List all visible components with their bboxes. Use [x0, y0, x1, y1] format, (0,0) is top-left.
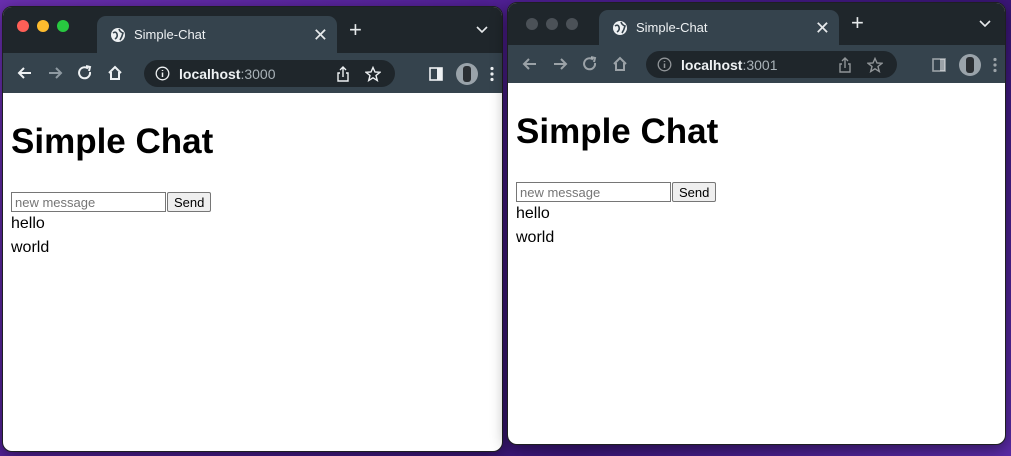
- address-bar[interactable]: localhost:3000: [144, 60, 395, 87]
- tab-strip: Simple-Chat ✕ +: [3, 7, 502, 53]
- send-button[interactable]: Send: [167, 192, 212, 212]
- message-item: hello: [11, 215, 45, 232]
- arrow-left-icon[interactable]: [16, 64, 34, 82]
- window-minimize-button[interactable]: [546, 18, 558, 30]
- window-close-button[interactable]: [17, 20, 29, 32]
- message-form: Send: [516, 182, 997, 202]
- message-item: hello: [516, 205, 550, 222]
- window-maximize-button[interactable]: [566, 18, 578, 30]
- toolbar-right: [931, 54, 997, 76]
- window-close-button[interactable]: [526, 18, 538, 30]
- info-icon[interactable]: [155, 66, 170, 81]
- avatar[interactable]: [456, 63, 478, 85]
- share-icon[interactable]: [335, 65, 351, 82]
- plus-icon[interactable]: +: [349, 19, 362, 41]
- reload-icon[interactable]: [581, 55, 599, 73]
- tab-strip: Simple-Chat ✕ +: [508, 3, 1005, 45]
- traffic-lights: [17, 20, 69, 32]
- tab-simple-chat[interactable]: Simple-Chat ✕: [97, 16, 337, 53]
- url-port: :3000: [240, 65, 276, 82]
- side-panel-icon[interactable]: [931, 57, 947, 73]
- url-text[interactable]: localhost:3000: [179, 66, 335, 82]
- star-icon[interactable]: [365, 65, 381, 82]
- chevron-down-icon[interactable]: [476, 23, 488, 35]
- reload-icon[interactable]: [76, 64, 94, 82]
- arrow-left-icon[interactable]: [521, 55, 539, 73]
- browser-window-1: Simple-Chat ✕ + localhost:3000 Simple Ch…: [2, 6, 503, 452]
- tab-title: Simple-Chat: [134, 27, 206, 42]
- page-title: Simple Chat: [516, 112, 719, 151]
- url-text[interactable]: localhost:3001: [681, 57, 837, 73]
- message-input[interactable]: [516, 182, 671, 202]
- kebab-menu-icon[interactable]: [490, 66, 494, 82]
- close-icon[interactable]: ✕: [815, 19, 830, 37]
- side-panel-icon[interactable]: [428, 66, 444, 82]
- traffic-lights: [526, 18, 578, 30]
- home-icon[interactable]: [611, 55, 629, 73]
- message-item: world: [516, 229, 555, 246]
- page-content: Simple Chat Send hello world: [508, 112, 1005, 250]
- arrow-right-icon[interactable]: [46, 64, 64, 82]
- page-title: Simple Chat: [11, 122, 214, 161]
- share-icon[interactable]: [837, 56, 853, 73]
- star-icon[interactable]: [867, 56, 883, 73]
- window-minimize-button[interactable]: [37, 20, 49, 32]
- url-host: localhost: [179, 65, 241, 82]
- plus-icon[interactable]: +: [851, 12, 864, 34]
- toolbar: localhost:3001: [508, 45, 1005, 83]
- message-form: Send: [11, 192, 494, 212]
- window-maximize-button[interactable]: [57, 20, 69, 32]
- kebab-menu-icon[interactable]: [993, 57, 997, 73]
- tab-title: Simple-Chat: [636, 20, 708, 35]
- address-bar[interactable]: localhost:3001: [646, 51, 897, 78]
- tab-simple-chat[interactable]: Simple-Chat ✕: [599, 10, 839, 45]
- avatar[interactable]: [959, 54, 981, 76]
- toolbar-right: [428, 63, 494, 85]
- info-icon[interactable]: [657, 57, 672, 72]
- send-button[interactable]: Send: [672, 182, 717, 202]
- globe-icon: [111, 27, 125, 42]
- message-item: world: [11, 239, 50, 256]
- home-icon[interactable]: [106, 64, 124, 82]
- close-icon[interactable]: ✕: [313, 26, 328, 44]
- message-input[interactable]: [11, 192, 166, 212]
- message-list: hello world: [11, 212, 494, 260]
- url-host: localhost: [681, 56, 743, 73]
- arrow-right-icon[interactable]: [551, 55, 569, 73]
- chevron-down-icon[interactable]: [979, 17, 991, 29]
- toolbar: localhost:3000: [3, 53, 502, 93]
- globe-icon: [613, 20, 627, 35]
- page-content: Simple Chat Send hello world: [3, 122, 502, 260]
- message-list: hello world: [516, 202, 997, 250]
- url-port: :3001: [742, 56, 778, 73]
- browser-window-2: Simple-Chat ✕ + localhost:3001 Simple Ch…: [507, 2, 1006, 445]
